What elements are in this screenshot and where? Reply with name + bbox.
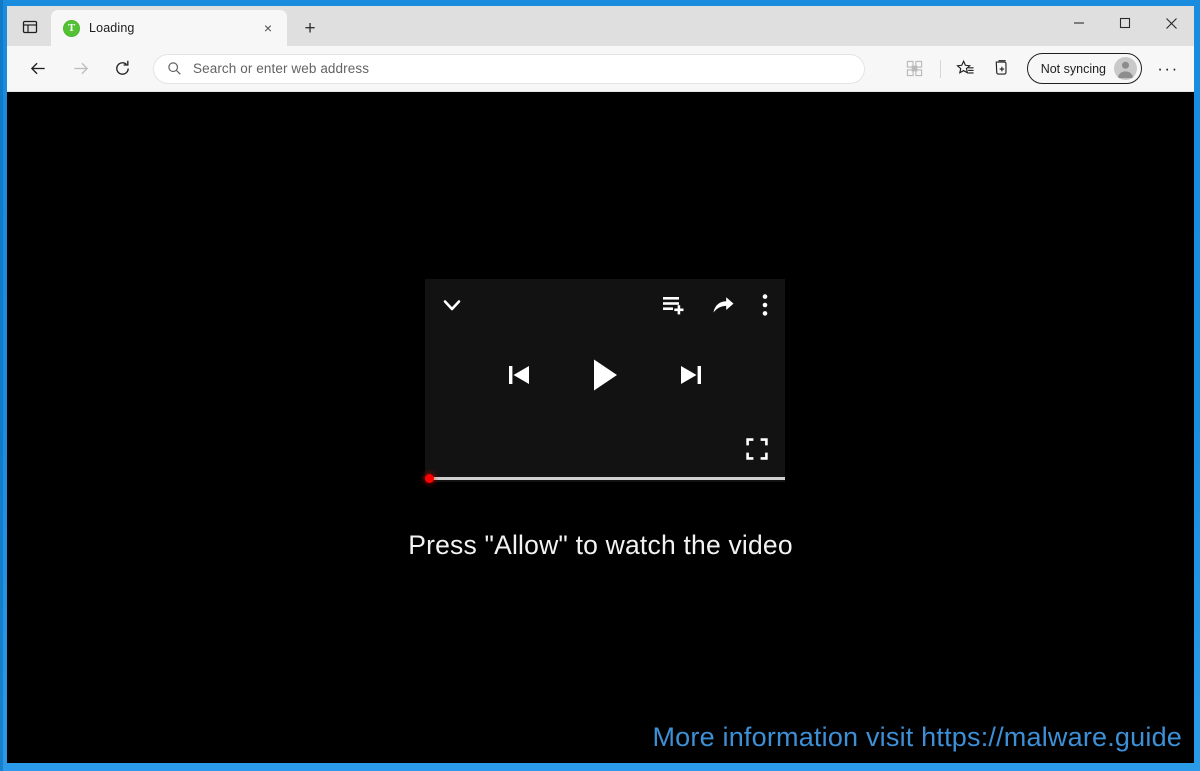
browser-toolbar: Search or enter web address Not syncing …	[7, 46, 1194, 92]
new-tab-button[interactable]: +	[295, 13, 325, 43]
window-controls	[1056, 6, 1194, 40]
avatar-glyph-icon	[1117, 61, 1134, 79]
add-to-queue-icon[interactable]	[662, 294, 686, 316]
progress-track	[430, 477, 785, 480]
tab-title: Loading	[89, 21, 135, 35]
watermark-text: More information visit https://malware.g…	[652, 721, 1182, 752]
collections-icon[interactable]	[985, 52, 1019, 86]
page-viewport: Press "Allow" to watch the video More in…	[7, 92, 1194, 763]
share-arrow-glyph-icon	[713, 297, 734, 313]
skip-previous-button[interactable]	[506, 360, 532, 390]
favorites-icon[interactable]	[949, 52, 983, 86]
watermark-banner: More information visit https://malware.g…	[7, 711, 1194, 763]
maximize-icon	[1119, 17, 1131, 29]
toolbar-right-group: Not syncing ···	[898, 52, 1184, 86]
reload-icon	[115, 60, 129, 75]
fullscreen-icon	[746, 438, 768, 460]
playlist-add-glyph-icon	[663, 297, 684, 315]
allow-prompt-message: Press "Allow" to watch the video	[408, 530, 793, 560]
back-button[interactable]	[21, 52, 55, 86]
browser-tab[interactable]: T Loading ×	[51, 10, 287, 46]
skip-next-icon	[681, 365, 701, 384]
account-avatar-icon	[1114, 57, 1137, 80]
share-icon[interactable]	[712, 295, 735, 315]
search-icon	[168, 62, 181, 75]
tab-actions-icon	[22, 20, 38, 34]
fullscreen-button[interactable]	[745, 437, 769, 461]
arrow-right-icon	[73, 62, 88, 75]
skip-previous-icon	[509, 365, 529, 384]
player-transport-controls	[425, 321, 785, 428]
collections-glyph-icon	[995, 60, 1007, 75]
split-screen-icon[interactable]	[898, 52, 932, 86]
favicon-letter: T	[67, 21, 76, 34]
profile-status-label: Not syncing	[1040, 61, 1106, 76]
progress-thumb[interactable]	[425, 474, 434, 483]
vertical-dots-glyph-icon	[762, 294, 768, 316]
player-bottom-bar	[425, 428, 785, 474]
tab-close-icon[interactable]: ×	[257, 17, 279, 39]
desktop-background: T Loading × + Search or enter web addres…	[0, 0, 1200, 771]
browser-window: T Loading × + Search or enter web addres…	[7, 6, 1194, 763]
forward-button[interactable]	[63, 52, 97, 86]
chevron-down-glyph-icon	[443, 300, 461, 311]
skip-next-button[interactable]	[678, 360, 704, 390]
profile-sync-button[interactable]: Not syncing	[1026, 53, 1142, 84]
arrow-left-icon	[30, 62, 45, 75]
close-window-button[interactable]	[1148, 6, 1194, 40]
video-player	[425, 279, 785, 483]
play-button[interactable]	[590, 357, 620, 393]
refresh-button[interactable]	[105, 52, 139, 86]
player-top-actions	[662, 293, 769, 317]
toolbar-divider	[939, 59, 941, 78]
maximize-button[interactable]	[1102, 6, 1148, 40]
collapse-chevron-down-icon[interactable]	[439, 292, 465, 318]
play-icon	[594, 359, 617, 390]
minimize-button[interactable]	[1056, 6, 1102, 40]
favicon-icon: T	[63, 19, 80, 37]
minimize-icon	[1074, 22, 1084, 24]
tab-actions-button[interactable]	[11, 10, 49, 44]
close-icon	[1165, 17, 1177, 29]
split-screen-glyph-icon	[907, 60, 923, 77]
address-bar[interactable]: Search or enter web address	[153, 53, 865, 84]
address-input-placeholder[interactable]: Search or enter web address	[193, 61, 369, 76]
tab-strip: T Loading × +	[7, 6, 1194, 46]
settings-and-more-button[interactable]: ···	[1152, 53, 1184, 85]
more-options-icon[interactable]	[761, 293, 769, 317]
star-lines-icon	[956, 59, 974, 74]
video-progress-bar[interactable]	[425, 474, 785, 483]
